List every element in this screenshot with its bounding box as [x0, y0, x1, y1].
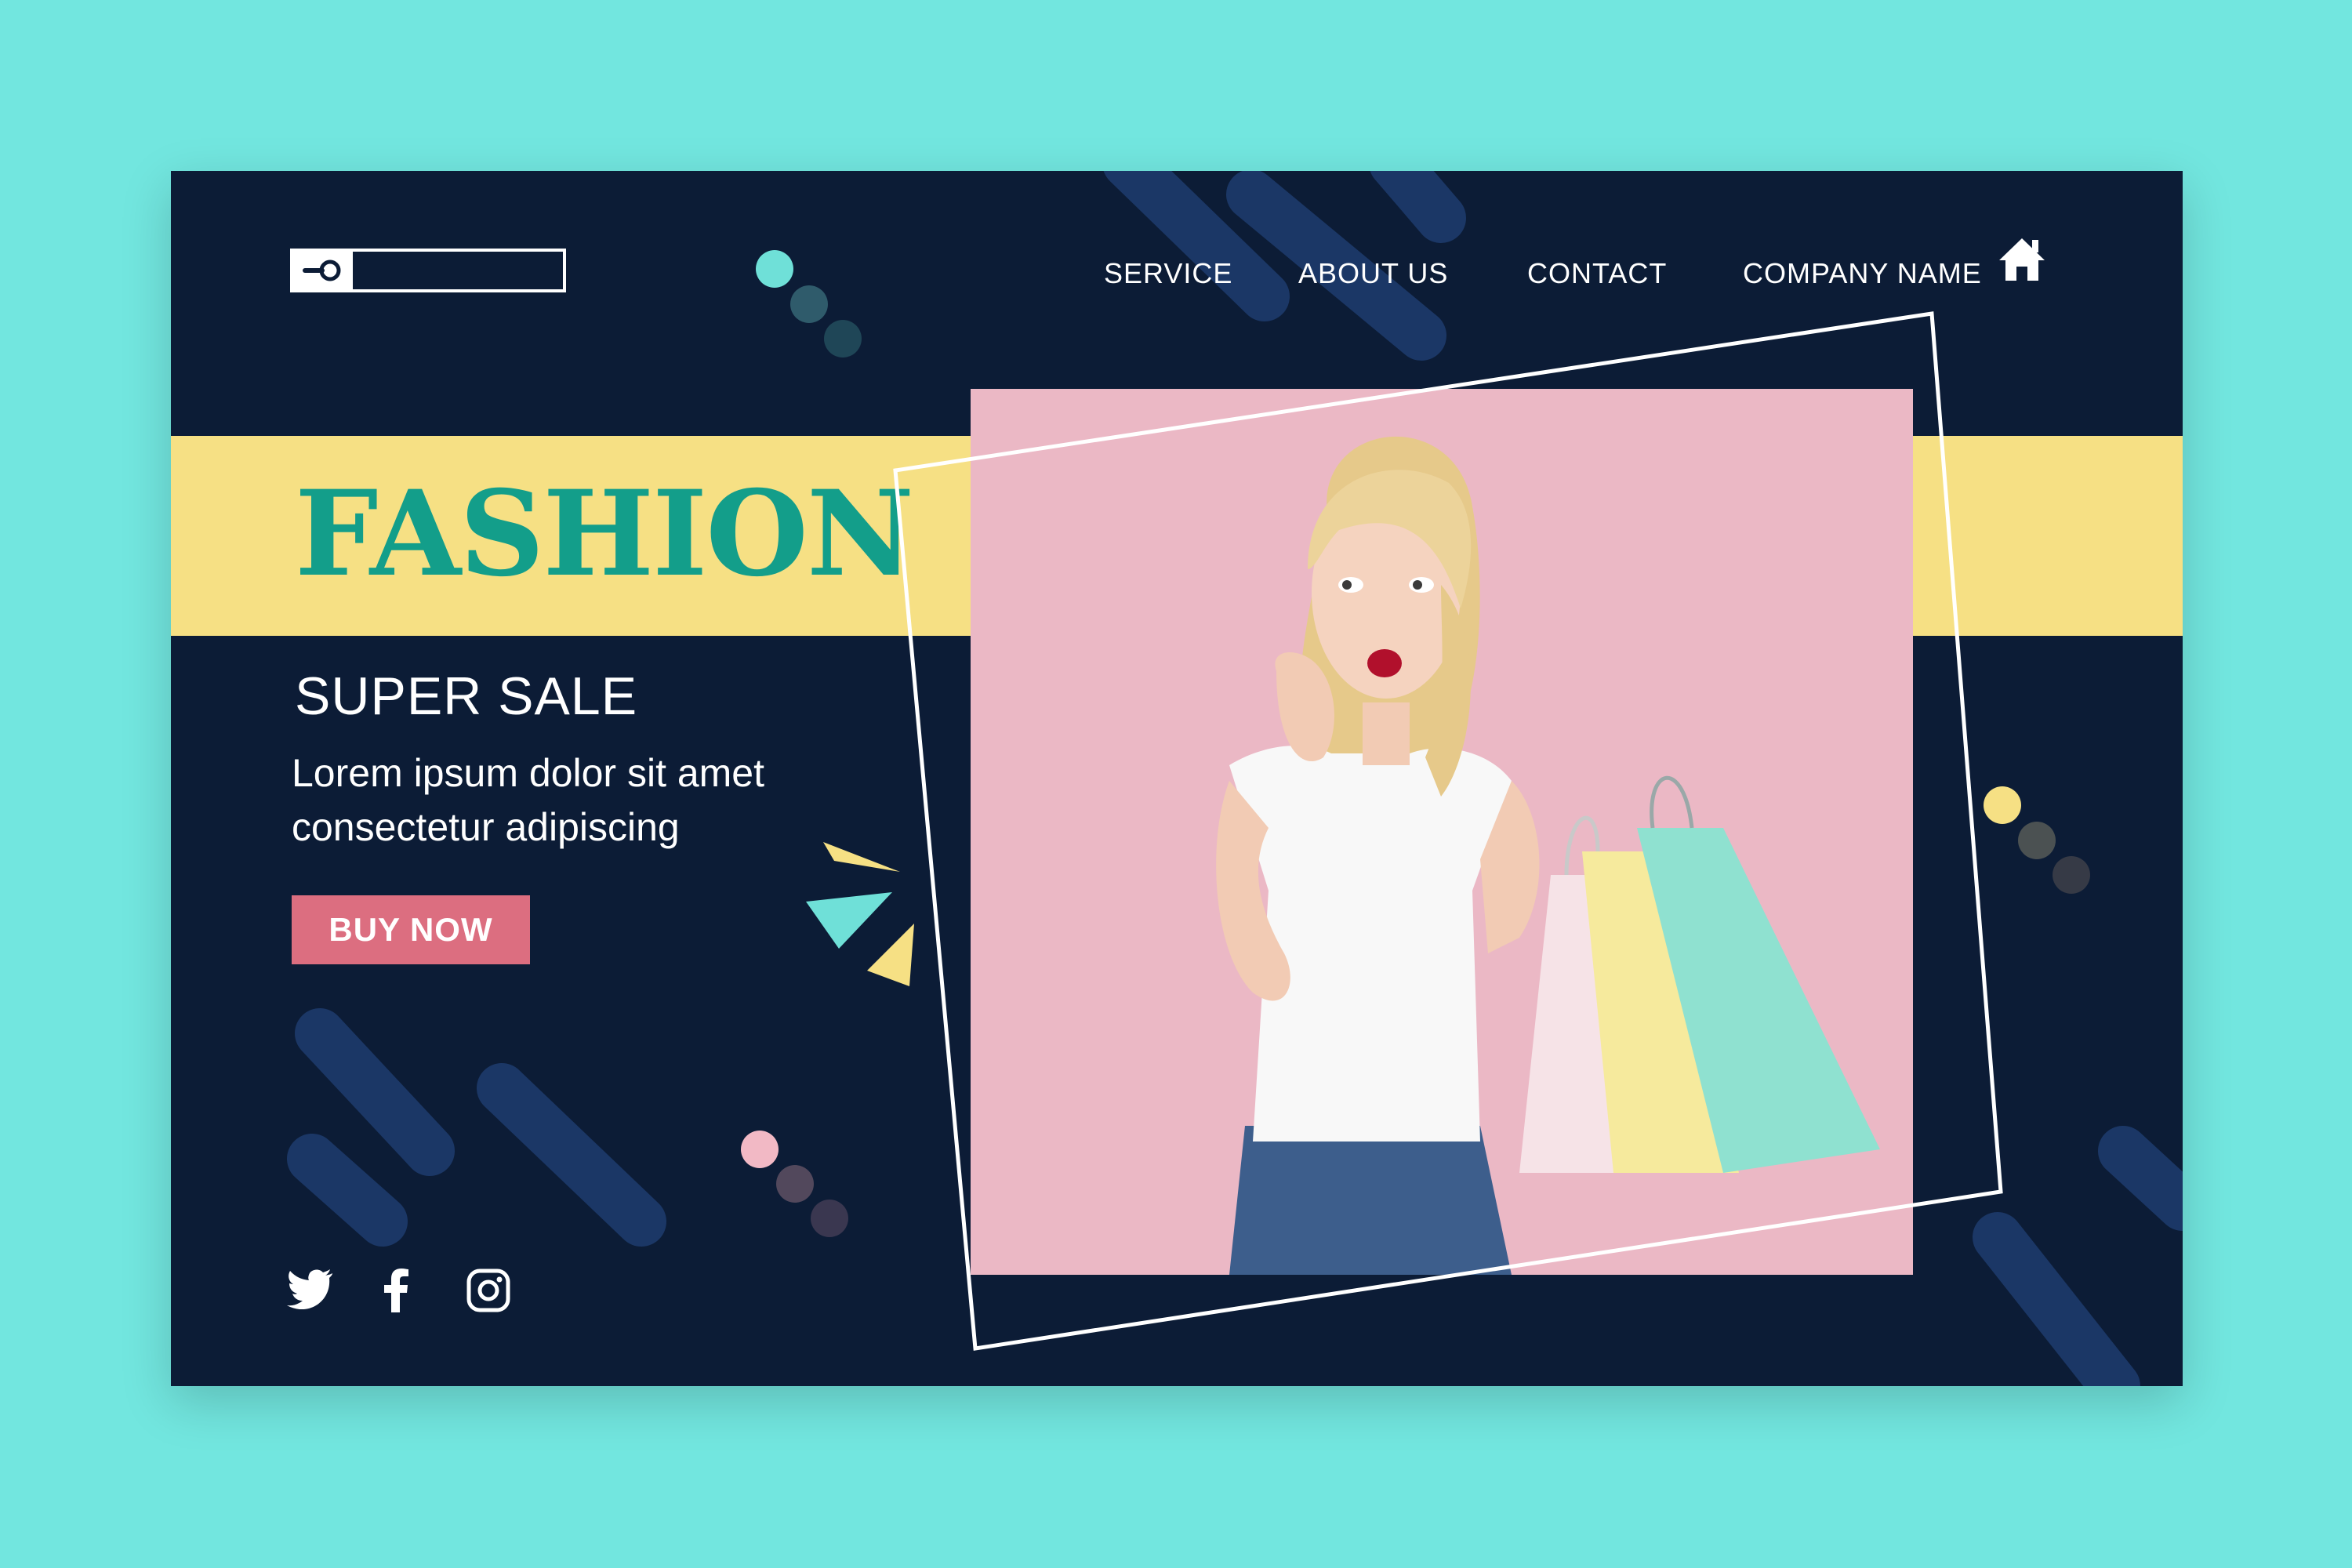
landing-page-card: SERVICE ABOUT US CONTACT COMPANY NAME FA…: [171, 171, 2183, 1386]
instagram-icon[interactable]: [466, 1269, 511, 1312]
hero-title: FASHION: [295, 465, 914, 603]
nav-service-link[interactable]: SERVICE: [1104, 257, 1232, 290]
facebook-icon[interactable]: [383, 1269, 409, 1312]
accent-band: [1913, 436, 2183, 636]
search-icon: [303, 260, 341, 281]
nav-about-link[interactable]: ABOUT US: [1298, 257, 1448, 290]
search-bar[interactable]: [290, 249, 566, 292]
twitter-icon[interactable]: [287, 1269, 334, 1309]
search-button[interactable]: [293, 252, 353, 289]
nav-contact-link[interactable]: CONTACT: [1527, 257, 1667, 290]
home-icon[interactable]: [1998, 235, 2046, 284]
hero-subtitle: SUPER SALE: [295, 666, 638, 726]
hero-photo: [971, 389, 1913, 1275]
search-input[interactable]: [356, 252, 563, 289]
nav-company-link[interactable]: COMPANY NAME: [1743, 257, 1982, 290]
buy-now-button[interactable]: BUY NOW: [292, 895, 530, 964]
hero-description: Lorem ipsum dolor sit amet consectetur a…: [292, 751, 765, 849]
woman-with-shopping-bags-image: [971, 389, 1913, 1275]
